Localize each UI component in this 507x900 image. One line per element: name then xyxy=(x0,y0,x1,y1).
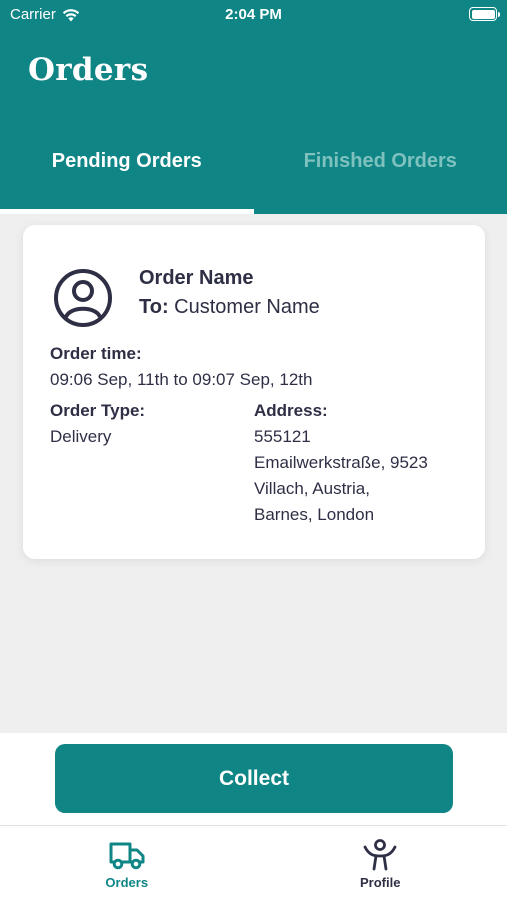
tab-pending-orders[interactable]: Pending Orders xyxy=(0,136,254,214)
order-type-label: Order Type: xyxy=(50,401,146,420)
address-line: Villach, Austria, xyxy=(254,479,370,498)
address-label: Address: xyxy=(254,401,328,420)
order-time-value: 09:06 Sep, 11th to 09:07 Sep, 12th xyxy=(50,370,313,389)
order-time-label: Order time: xyxy=(50,344,142,363)
order-card[interactable]: Order Name To: Customer Name Order time:… xyxy=(23,225,485,559)
user-avatar-icon xyxy=(54,269,112,327)
tab-finished-label: Finished Orders xyxy=(303,150,457,172)
active-tab-indicator xyxy=(0,209,254,214)
address-line: Emailwerkstraße, 9523 xyxy=(254,453,428,472)
battery-icon xyxy=(469,7,500,21)
tabbar-orders-label: Orders xyxy=(105,875,149,890)
tabbar-item-orders[interactable]: Orders xyxy=(0,826,254,900)
page-title: Orders xyxy=(28,52,149,88)
tabbar-item-profile[interactable]: Profile xyxy=(254,826,507,900)
bottom-tab-bar: Orders Profile xyxy=(0,825,507,900)
tabbar-profile-label: Profile xyxy=(360,875,401,890)
order-name: Order Name xyxy=(139,267,254,289)
collect-button[interactable]: Collect xyxy=(55,744,453,813)
status-bar: Carrier 2:04 PM xyxy=(0,0,507,32)
truck-icon xyxy=(109,842,145,870)
tab-pending-label: Pending Orders xyxy=(51,150,202,172)
order-type-value: Delivery xyxy=(50,427,112,446)
clock: 2:04 PM xyxy=(225,6,282,23)
address-line: 555121 xyxy=(254,427,311,446)
order-recipient: To: Customer Name xyxy=(139,296,320,319)
person-icon xyxy=(363,839,397,871)
address-line: Barnes, London xyxy=(254,505,375,524)
address-value: 555121 Emailwerkstraße, 9523 Villach, Au… xyxy=(254,424,428,528)
header: Carrier 2:04 PM Orders Pending Orders Fi… xyxy=(0,0,507,214)
tab-finished-orders[interactable]: Finished Orders xyxy=(254,136,507,214)
tab-bar: Pending Orders Finished Orders xyxy=(0,136,507,214)
to-label: To: xyxy=(139,296,169,318)
customer-name: Customer Name xyxy=(174,296,320,318)
